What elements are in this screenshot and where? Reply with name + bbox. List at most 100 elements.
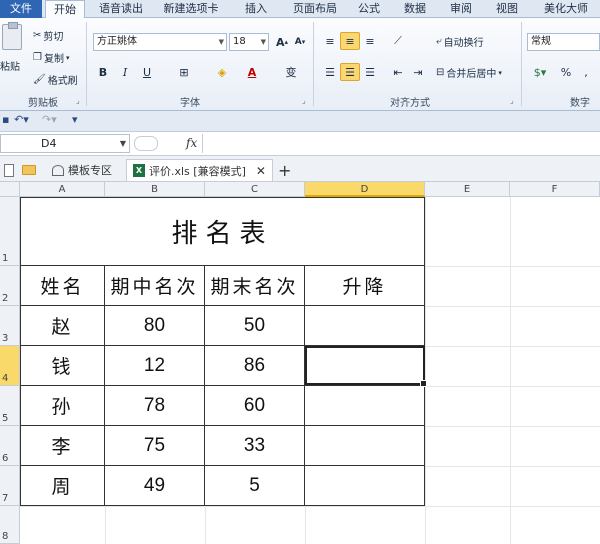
align-middle-icon[interactable]: ≡ — [340, 32, 360, 50]
header-cell-name[interactable]: 姓名 — [21, 266, 105, 306]
bold-button[interactable]: B — [93, 63, 113, 81]
select-all-corner[interactable] — [0, 182, 20, 197]
decrease-indent-icon[interactable]: ⇤ — [388, 63, 408, 81]
table-title-cell[interactable]: 排名表 — [21, 198, 425, 266]
tab-current-workbook[interactable]: X 评价.xls [兼容模式] ✕ — [126, 159, 273, 181]
header-cell-change[interactable]: 升降 — [305, 266, 425, 306]
tab-review[interactable]: 审阅 — [444, 0, 478, 18]
open-folder-icon[interactable] — [22, 159, 36, 181]
row-header-4[interactable]: 4 — [0, 346, 20, 386]
row-header-2[interactable]: 2 — [0, 266, 20, 306]
column-header-f[interactable]: F — [510, 182, 600, 197]
number-format-combo[interactable]: 常规 — [527, 33, 600, 51]
row-header-3[interactable]: 3 — [0, 306, 20, 346]
align-top-icon[interactable]: ≡ — [320, 32, 340, 50]
close-icon[interactable]: ✕ — [256, 164, 266, 178]
header-cell-midterm[interactable]: 期中名次 — [105, 266, 205, 306]
cell-midterm-rank[interactable]: 12 — [105, 346, 205, 386]
tab-insert[interactable]: 插入 — [236, 0, 276, 18]
font-size-combo[interactable]: 18 ▼ — [229, 33, 269, 51]
tab-page-layout[interactable]: 页面布局 — [286, 0, 344, 18]
tab-read-aloud[interactable]: 语音读出 — [92, 0, 150, 18]
shrink-font-button[interactable]: A ▾ — [290, 33, 310, 51]
align-bottom-icon[interactable]: ≡ — [360, 32, 380, 50]
row-header-7[interactable]: 7 — [0, 466, 20, 506]
cell-final-rank[interactable]: 86 — [205, 346, 305, 386]
cell-final-rank[interactable]: 50 — [205, 306, 305, 346]
undo-icon[interactable]: ↶▾ — [14, 113, 29, 126]
clipboard-group-label: 剪贴板 — [28, 98, 58, 109]
row-header-5[interactable]: 5 — [0, 386, 20, 426]
italic-button[interactable]: I — [115, 63, 135, 81]
merge-center-button[interactable]: ⊟ 合并后居中 ▾ — [436, 65, 502, 80]
cell-name[interactable]: 李 — [21, 426, 105, 466]
alignment-launcher-icon[interactable]: ⌟ — [510, 96, 514, 105]
comma-button[interactable]: , — [576, 63, 596, 81]
row-header-6[interactable]: 6 — [0, 426, 20, 466]
cell-midterm-rank[interactable]: 80 — [105, 306, 205, 346]
format-painter-button[interactable]: 🖌 格式刷 — [33, 72, 78, 87]
cut-button[interactable]: ✂ 剪切 — [33, 28, 63, 43]
save-icon[interactable]: ▪ — [2, 113, 9, 126]
font-launcher-icon[interactable]: ⌟ — [302, 96, 306, 105]
align-right-icon[interactable]: ☰ — [360, 63, 380, 81]
tab-template-zone[interactable]: 模板专区 — [52, 159, 112, 181]
row-header-1[interactable]: 1 — [0, 197, 20, 266]
font-color-button[interactable]: A — [242, 63, 262, 81]
insert-function-button[interactable]: fx — [186, 136, 197, 150]
cell-change[interactable] — [305, 306, 425, 346]
cell-name[interactable]: 赵 — [21, 306, 105, 346]
column-header-a[interactable]: A — [20, 182, 105, 197]
borders-icon[interactable]: ⊞ — [174, 63, 194, 81]
redo-icon[interactable]: ↷▾ — [42, 113, 57, 126]
cell-change[interactable] — [305, 426, 425, 466]
increase-indent-icon[interactable]: ⇥ — [408, 63, 428, 81]
new-document-icon[interactable] — [4, 159, 14, 181]
currency-icon[interactable]: $▾ — [527, 63, 553, 81]
tab-home[interactable]: 开始 — [45, 0, 85, 19]
cell-midterm-rank[interactable]: 78 — [105, 386, 205, 426]
wrap-text-button[interactable]: ⤶ 自动换行 — [436, 34, 484, 49]
column-header-d[interactable]: D — [305, 182, 425, 197]
cell-final-rank[interactable]: 5 — [205, 466, 305, 506]
cell-change[interactable] — [305, 466, 425, 506]
tab-new-tab[interactable]: 新建选项卡 — [158, 0, 224, 18]
column-header-e[interactable]: E — [425, 182, 510, 197]
cell-change[interactable] — [305, 386, 425, 426]
font-name-combo[interactable]: 方正姚体 ▼ — [93, 33, 227, 51]
tab-data[interactable]: 数据 — [398, 0, 432, 18]
grow-font-button[interactable]: A ▴ — [272, 33, 292, 51]
cell-final-rank[interactable]: 33 — [205, 426, 305, 466]
cell-midterm-rank[interactable]: 49 — [105, 466, 205, 506]
new-tab-button[interactable]: + — [278, 159, 291, 181]
align-center-icon[interactable]: ☰ — [340, 63, 360, 81]
column-header-b[interactable]: B — [105, 182, 205, 197]
align-left-icon[interactable]: ☰ — [320, 63, 340, 81]
underline-button[interactable]: U — [137, 63, 157, 81]
header-cell-final[interactable]: 期末名次 — [205, 266, 305, 306]
cell-name[interactable]: 周 — [21, 466, 105, 506]
clipboard-launcher-icon[interactable]: ⌟ — [76, 96, 80, 105]
cell-name[interactable]: 钱 — [21, 346, 105, 386]
cell-midterm-rank[interactable]: 75 — [105, 426, 205, 466]
tab-formulas[interactable]: 公式 — [352, 0, 386, 18]
phonetic-button[interactable]: 变 — [278, 63, 304, 81]
fill-color-icon[interactable]: ◈ — [212, 63, 232, 81]
active-cell-selection[interactable] — [305, 346, 427, 387]
orientation-icon[interactable]: ⟋ — [388, 32, 408, 50]
formula-input[interactable] — [202, 134, 600, 153]
tab-view[interactable]: 视图 — [490, 0, 524, 18]
cell-name[interactable]: 孙 — [21, 386, 105, 426]
paste-icon[interactable] — [2, 22, 22, 50]
customize-qat-icon[interactable]: ▾ — [72, 113, 78, 126]
column-header-c[interactable]: C — [205, 182, 305, 197]
percent-button[interactable]: % — [556, 63, 576, 81]
formula-bar-control[interactable] — [134, 136, 158, 151]
tab-beautify[interactable]: 美化大师 — [534, 0, 598, 18]
tab-file[interactable]: 文件 — [0, 0, 42, 18]
cell-final-rank[interactable]: 60 — [205, 386, 305, 426]
row-header-8[interactable]: 8 — [0, 506, 20, 544]
copy-button[interactable]: ❐ 复制 ▾ — [33, 50, 69, 65]
name-box[interactable]: D4 ▼ — [0, 134, 130, 153]
paste-button[interactable]: 粘贴 — [0, 58, 20, 73]
